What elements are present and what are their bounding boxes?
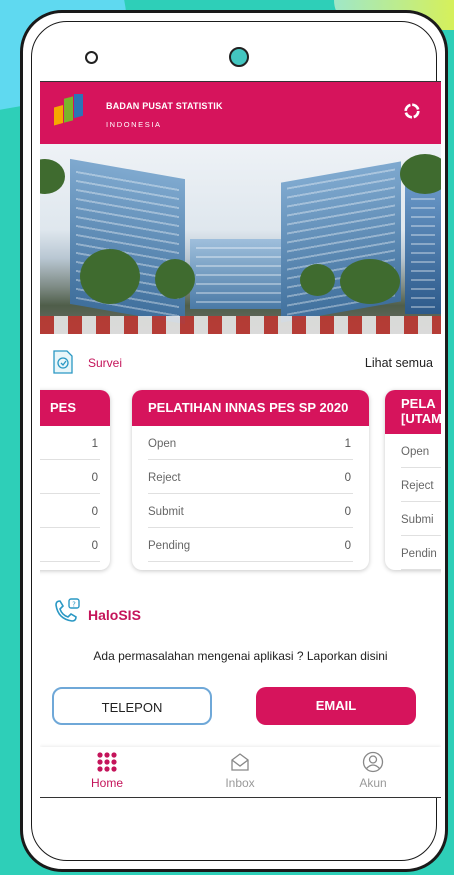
card-label: Submi xyxy=(401,514,434,526)
road-curb xyxy=(40,316,441,334)
nav-home-label: Home xyxy=(90,776,123,790)
tree xyxy=(40,159,65,194)
card-row-open: Open 1 xyxy=(148,426,353,460)
card-label: Submit xyxy=(148,506,184,518)
card-value: 0 xyxy=(344,472,351,484)
nav-inbox[interactable]: Inbox xyxy=(195,751,285,790)
card-value: 0 xyxy=(91,472,98,484)
brand-name: BADAN PUSAT STATISTIK xyxy=(106,101,223,111)
app-screen: BADAN PUSAT STATISTIK INDONESIA Survei L… xyxy=(40,81,441,798)
card-row-reject: Reject 0 xyxy=(148,460,353,494)
card-row-submit: Submit 0 xyxy=(148,494,353,528)
card-row: Submi xyxy=(401,502,441,536)
see-all-link[interactable]: Lihat semua xyxy=(365,356,433,370)
card-row: Open xyxy=(401,434,441,468)
survey-card[interactable]: PES 1 0 0 0 xyxy=(40,390,110,570)
brand-subtitle: INDONESIA xyxy=(106,120,162,129)
card-title: PES xyxy=(40,390,110,426)
svg-text:?: ? xyxy=(72,601,76,609)
survei-label: Survei xyxy=(88,356,123,370)
card-value: 1 xyxy=(344,438,351,450)
envelope-icon xyxy=(231,753,249,771)
contact-buttons: TELEPON EMAIL xyxy=(40,687,441,727)
grid-icon xyxy=(97,752,117,772)
phone-frame: BADAN PUSAT STATISTIK INDONESIA Survei L… xyxy=(20,10,448,872)
sync-icon[interactable] xyxy=(403,102,421,120)
camera-icon xyxy=(229,47,249,67)
card-label: Open xyxy=(148,438,177,450)
tree xyxy=(80,249,140,304)
tree xyxy=(300,264,335,296)
card-value: 0 xyxy=(91,540,98,552)
email-button[interactable]: EMAIL xyxy=(256,687,416,725)
building-left xyxy=(70,158,185,325)
card-row: Pendin xyxy=(401,536,441,570)
speaker-icon xyxy=(85,51,98,64)
card-row-pending: Pending 0 xyxy=(148,528,353,562)
survey-icon xyxy=(53,350,73,374)
card-row: Reject xyxy=(401,468,441,502)
building-far xyxy=(405,174,441,314)
hero-image xyxy=(40,144,441,334)
card-value: 0 xyxy=(344,540,351,552)
app-bar: BADAN PUSAT STATISTIK INDONESIA xyxy=(40,82,441,144)
card-row: 0 xyxy=(40,528,100,562)
telepon-button[interactable]: TELEPON xyxy=(52,687,212,725)
card-row: 1 xyxy=(40,426,100,460)
nav-inbox-label: Inbox xyxy=(225,776,255,790)
halosis-text: Ada permasalahan mengenai aplikasi ? Lap… xyxy=(93,649,388,663)
nav-home[interactable]: Home xyxy=(62,751,152,790)
support-phone-icon: ? xyxy=(55,598,80,622)
nav-akun[interactable]: Akun xyxy=(328,751,418,790)
card-title-line1: PELA xyxy=(401,396,436,411)
halosis-section: ? HaloSIS Ada permasalahan mengenai apli… xyxy=(40,583,441,669)
bps-logo xyxy=(54,94,83,126)
card-value: 1 xyxy=(91,438,98,450)
survei-header: Survei Lihat semua xyxy=(40,334,441,378)
tree xyxy=(340,259,400,304)
user-icon xyxy=(362,751,384,773)
card-title: PELA [UTAM xyxy=(385,390,441,434)
tree xyxy=(155,259,195,299)
card-label: Pendin xyxy=(401,548,437,560)
card-value: 0 xyxy=(344,506,351,518)
nav-akun-label: Akun xyxy=(359,776,387,790)
card-label: Pending xyxy=(148,540,191,552)
card-label: Reject xyxy=(148,472,181,484)
survey-carousel[interactable]: PES 1 0 0 0 PELATIHAN INNAS PES SP 2020 … xyxy=(40,378,441,583)
card-row: 0 xyxy=(40,460,100,494)
bottom-navigation: Home Inbox Akun xyxy=(40,747,441,797)
card-value: 0 xyxy=(91,506,98,518)
survey-card[interactable]: PELA [UTAM Open Reject Submi Pendin xyxy=(385,390,441,570)
card-row: 0 xyxy=(40,494,100,528)
card-label: Reject xyxy=(401,480,434,492)
survey-card[interactable]: PELATIHAN INNAS PES SP 2020 Open 1 Rejec… xyxy=(132,390,369,570)
card-label: Open xyxy=(401,446,430,458)
halosis-title: HaloSIS xyxy=(88,607,141,623)
card-title: PELATIHAN INNAS PES SP 2020 xyxy=(132,390,369,426)
card-title-line2: [UTAM xyxy=(401,411,441,426)
